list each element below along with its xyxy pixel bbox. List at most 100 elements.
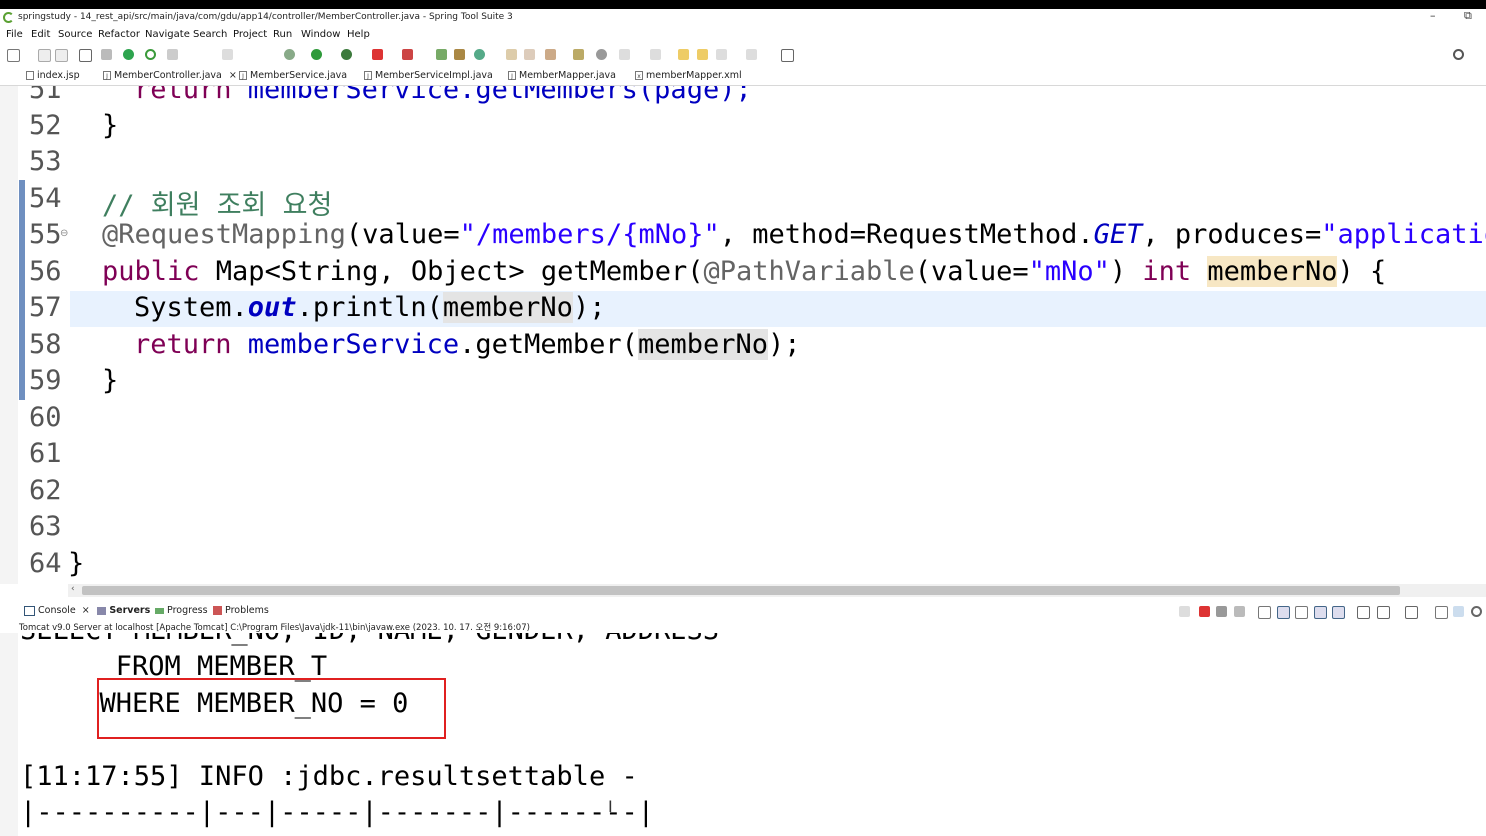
minimize-view-icon[interactable] bbox=[1435, 606, 1448, 619]
menu-run[interactable]: Run bbox=[273, 29, 292, 40]
save-all-icon[interactable] bbox=[55, 49, 68, 62]
java-file-icon: J bbox=[103, 71, 111, 80]
open-resource-icon[interactable] bbox=[524, 49, 535, 60]
tab-label: MemberServiceImpl.java bbox=[375, 70, 493, 81]
forward-icon[interactable] bbox=[746, 49, 757, 60]
show-on-error-icon[interactable] bbox=[1332, 606, 1345, 619]
deploy-icon[interactable] bbox=[402, 49, 413, 60]
restore-button[interactable]: ⧉ bbox=[1464, 9, 1472, 23]
code-line-57: System.out.println(memberNo); bbox=[134, 292, 606, 323]
menu-bar: File Edit Source Refactor Navigate Searc… bbox=[0, 27, 1486, 43]
tab-progress[interactable]: Progress bbox=[155, 605, 208, 616]
line-number: 51 bbox=[29, 86, 62, 105]
code-line-52: } bbox=[102, 110, 119, 141]
menu-refactor[interactable]: Refactor bbox=[98, 29, 140, 40]
refresh-icon[interactable] bbox=[145, 49, 156, 60]
menu-search[interactable]: Search bbox=[193, 29, 227, 40]
tab-member-mapper-xml[interactable]: x memberMapper.xml bbox=[635, 70, 742, 81]
run-external-icon[interactable] bbox=[341, 49, 352, 60]
console-icon bbox=[24, 605, 35, 616]
remove-all-icon[interactable] bbox=[1234, 606, 1245, 617]
open-console-icon[interactable] bbox=[1405, 606, 1418, 619]
menu-window[interactable]: Window bbox=[301, 29, 340, 40]
menu-file[interactable]: File bbox=[6, 29, 23, 40]
save-icon[interactable] bbox=[38, 49, 51, 62]
code-line-64: } bbox=[68, 548, 85, 579]
menu-source[interactable]: Source bbox=[58, 29, 92, 40]
stop-icon[interactable] bbox=[372, 49, 383, 60]
annotation-icon[interactable] bbox=[573, 49, 584, 60]
tab-console[interactable]: Console × bbox=[24, 605, 90, 616]
tab-label: Servers bbox=[109, 605, 151, 616]
skip-breakpoints-icon[interactable] bbox=[101, 49, 112, 60]
scroll-lock-icon[interactable] bbox=[1277, 606, 1290, 619]
back-icon[interactable] bbox=[697, 49, 708, 60]
search-tool-icon[interactable] bbox=[545, 49, 556, 60]
show-on-output-icon[interactable] bbox=[1314, 606, 1327, 619]
last-edit-icon[interactable] bbox=[678, 49, 689, 60]
window-title: springstudy - 14_rest_api/src/main/java/… bbox=[18, 12, 513, 22]
code-line-55: @RequestMapping(value="/members/{mNo}", … bbox=[102, 219, 1486, 250]
clear-console-icon[interactable] bbox=[1258, 606, 1271, 619]
main-toolbar bbox=[0, 43, 1486, 67]
scrollbar-thumb[interactable] bbox=[82, 586, 1400, 595]
new-package-icon[interactable] bbox=[454, 49, 465, 60]
boot-dashboard-icon[interactable] bbox=[123, 49, 134, 60]
new-wizard-icon[interactable] bbox=[474, 49, 485, 60]
menu-help[interactable]: Help bbox=[347, 29, 370, 40]
line-number: 57 bbox=[29, 292, 62, 323]
tab-member-controller[interactable]: J MemberController.java × bbox=[103, 70, 237, 81]
code-editor[interactable]: 51 52 53 54 55 ⊖ 56 57 58 59 60 61 62 63… bbox=[0, 86, 1486, 584]
search-icon[interactable] bbox=[1453, 49, 1464, 60]
prev-annotation-icon[interactable] bbox=[650, 49, 661, 60]
fold-icon[interactable]: ⊖ bbox=[60, 228, 68, 239]
editor-horizontal-scrollbar[interactable]: ‹ bbox=[68, 584, 1486, 597]
word-wrap-icon[interactable] bbox=[1295, 606, 1308, 619]
tab-member-service-impl[interactable]: J MemberServiceImpl.java bbox=[364, 70, 493, 81]
run-icon[interactable] bbox=[311, 49, 322, 60]
new-class-icon[interactable] bbox=[436, 49, 447, 60]
debug-icon[interactable] bbox=[284, 49, 295, 60]
next-annotation-icon[interactable] bbox=[619, 49, 630, 60]
editor-gutter bbox=[0, 86, 18, 584]
display-console-icon[interactable] bbox=[1377, 606, 1390, 619]
terminate-icon[interactable] bbox=[1199, 606, 1210, 617]
jsp-file-icon bbox=[26, 71, 34, 80]
tool-icon-2[interactable] bbox=[222, 49, 233, 60]
tab-member-mapper[interactable]: J MemberMapper.java bbox=[508, 70, 616, 81]
new-icon[interactable] bbox=[7, 49, 20, 62]
terminate-gray-icon[interactable] bbox=[1179, 606, 1190, 617]
top-black-strip bbox=[0, 0, 1486, 9]
menu-project[interactable]: Project bbox=[233, 29, 267, 40]
line-number: 54 bbox=[29, 183, 62, 214]
globe-icon[interactable] bbox=[596, 49, 607, 60]
close-icon[interactable]: × bbox=[229, 70, 237, 81]
terminal-icon[interactable] bbox=[79, 49, 92, 62]
line-number: 63 bbox=[29, 511, 62, 542]
open-type-icon[interactable] bbox=[506, 49, 517, 60]
line-number: 52 bbox=[29, 110, 62, 141]
servers-icon bbox=[97, 606, 106, 615]
back-history-icon[interactable] bbox=[716, 49, 727, 60]
console-line: SELECT MEMBER_NO, ID, NAME, GENDER, ADDR… bbox=[20, 633, 719, 646]
pin-console-icon[interactable] bbox=[1357, 606, 1370, 619]
scroll-left-icon[interactable]: ‹ bbox=[71, 584, 75, 594]
tab-problems[interactable]: Problems bbox=[213, 605, 269, 616]
tab-member-service[interactable]: J MemberService.java bbox=[239, 70, 347, 81]
menu-navigate[interactable]: Navigate bbox=[145, 29, 190, 40]
tool-icon[interactable] bbox=[167, 49, 178, 60]
code-line-59: } bbox=[102, 365, 119, 396]
minimize-button[interactable]: – bbox=[1430, 9, 1436, 22]
remove-launch-icon[interactable] bbox=[1216, 606, 1227, 617]
tab-label: memberMapper.xml bbox=[646, 70, 742, 81]
pin-editor-icon[interactable] bbox=[781, 49, 794, 62]
settings-gear-icon[interactable] bbox=[1471, 606, 1482, 617]
console-line: [11:17:55] INFO :jdbc.resultsettable - bbox=[20, 761, 638, 792]
maximize-view-icon[interactable] bbox=[1453, 606, 1464, 617]
menu-edit[interactable]: Edit bbox=[31, 29, 50, 40]
line-number: 62 bbox=[29, 475, 62, 506]
tab-servers[interactable]: Servers bbox=[97, 605, 150, 616]
tab-index-jsp[interactable]: index.jsp bbox=[26, 70, 80, 81]
close-icon[interactable]: × bbox=[82, 605, 90, 616]
console-line: |----------|---|-----|-------|--------| bbox=[20, 797, 654, 828]
